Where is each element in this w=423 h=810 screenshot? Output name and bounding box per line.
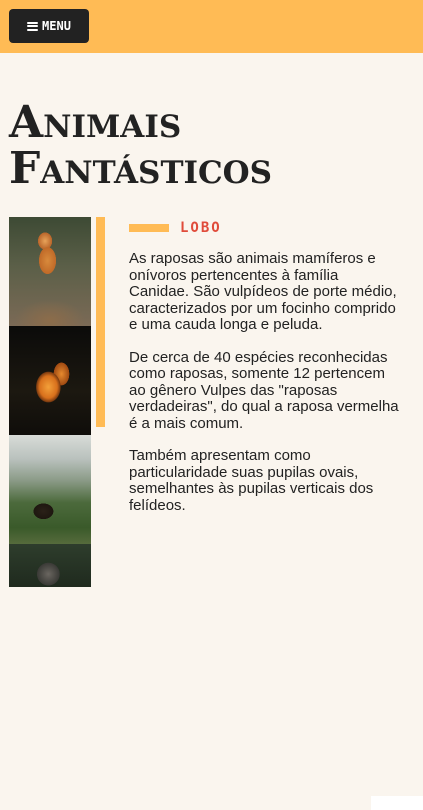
paragraph-3: Também apresentam como particularidade s… [129, 447, 374, 514]
title-line-2: Fantásticos [9, 143, 273, 194]
corner-patch [371, 796, 423, 810]
menu-button[interactable]: MENU [9, 9, 89, 43]
wolf-photo[interactable] [9, 544, 91, 587]
label-dash [129, 224, 169, 232]
top-bar: MENU [0, 0, 423, 53]
hamburger-icon [27, 21, 39, 31]
page-title: Animais Fantásticos [9, 100, 419, 192]
photo-gallery [9, 217, 91, 587]
fox-photo[interactable] [9, 217, 91, 326]
squirrel-photo[interactable] [9, 326, 91, 435]
paragraph-2: De cerca de 40 espécies reconhecidas com… [129, 348, 399, 432]
article-text: As raposas são animais mamíferos e onívo… [129, 250, 399, 530]
menu-label: MENU [42, 19, 71, 33]
paragraph-1: As raposas são animais mamíferos e onívo… [129, 250, 397, 333]
scroll-indicator-bar [96, 217, 105, 427]
title-line-1: Animais [9, 97, 182, 148]
section-label: LOBO [180, 220, 222, 236]
bear-photo[interactable] [9, 435, 91, 544]
